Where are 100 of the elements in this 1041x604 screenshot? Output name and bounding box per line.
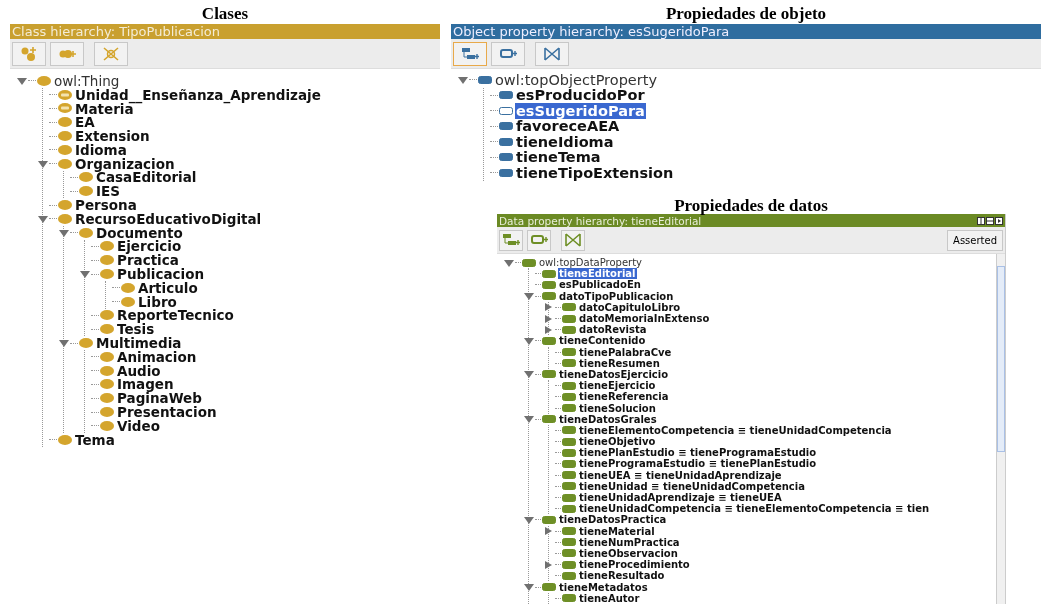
rounded-bar-icon — [542, 292, 556, 301]
tree-item[interactable]: datoTipoPublicacion — [558, 290, 675, 302]
tree-item[interactable]: Ejercicio — [116, 238, 183, 255]
tree-item[interactable]: tieneDatosGrales — [558, 413, 658, 425]
rounded-bar-icon — [542, 336, 556, 345]
tree-item[interactable]: tieneProcedimiento — [578, 559, 691, 571]
ellipse-icon — [100, 379, 114, 390]
window-control-icon[interactable] — [986, 216, 994, 225]
tree-item[interactable]: ReporteTecnico — [116, 307, 235, 324]
toolbar-button[interactable] — [535, 41, 569, 66]
triangle-down-icon[interactable] — [524, 515, 534, 524]
tree-item[interactable]: tieneElementoCompetencia ≡ tieneUnidadCompetencia — [578, 424, 893, 436]
rounded-bar-icon — [562, 448, 576, 457]
window-control-icon[interactable] — [995, 216, 1003, 225]
tree-item[interactable]: tieneNumPractica — [578, 536, 681, 548]
tree-item[interactable]: datoCapituloLibro — [578, 301, 682, 313]
triangle-down-icon[interactable] — [17, 76, 27, 85]
scrollbar-thumb[interactable] — [997, 266, 1005, 452]
rounded-bar-icon — [562, 314, 576, 323]
tree-item[interactable]: esPublicadoEn — [558, 279, 642, 291]
node-plus-icon — [20, 45, 38, 62]
rounded-bar-icon — [499, 168, 513, 177]
tree-item[interactable]: tieneObjetivo — [578, 436, 657, 448]
triangle-down-icon[interactable] — [59, 339, 69, 348]
tree-item[interactable]: owl:Thing — [53, 72, 121, 89]
tree-item[interactable]: esProducidoPor — [515, 87, 646, 104]
tree-item[interactable]: tieneUEA ≡ tieneUnidadAprendizaje — [578, 469, 783, 481]
tree-item[interactable]: tieneTipoExtension — [515, 164, 675, 181]
tree-item[interactable]: tienePalabraCve — [578, 346, 673, 358]
triangle-down-icon[interactable] — [504, 258, 514, 267]
section-heading: Clases — [200, 3, 250, 24]
rounded-bar-icon — [562, 348, 576, 357]
tree-item[interactable]: tieneTema — [515, 149, 602, 166]
tree-item[interactable]: IES — [95, 183, 121, 200]
tree-item[interactable]: tienePlanEstudio ≡ tieneProgramaEstudio — [578, 447, 818, 459]
tree-item[interactable]: Libro — [137, 293, 178, 310]
tree-item[interactable]: Audio — [116, 362, 162, 379]
tree-item[interactable]: tieneUnidadCompetencia ≡ tieneElementoCompetencia ≡ tien — [578, 503, 931, 515]
toolbar-button[interactable] — [561, 229, 585, 251]
triangle-down-icon[interactable] — [524, 292, 534, 301]
triangle-down-icon[interactable] — [524, 370, 534, 379]
tree-item[interactable]: Tema — [74, 431, 116, 448]
ellipse-icon — [100, 420, 114, 431]
ellipse-icon — [58, 117, 72, 128]
tree-item[interactable]: tieneDatosEjercicio — [558, 368, 670, 380]
tree-item[interactable]: tieneDatosPractica — [558, 514, 668, 526]
triangle-down-icon[interactable] — [458, 75, 468, 84]
toolbar-button[interactable] — [527, 229, 551, 251]
tree-item[interactable]: tieneSolucion — [578, 402, 657, 414]
triangle-down-icon[interactable] — [524, 336, 534, 345]
tree-item[interactable]: tieneObservacion — [578, 547, 679, 559]
triangle-down-icon[interactable] — [38, 214, 48, 223]
tree-item[interactable]: tieneMetadatos — [558, 581, 649, 593]
tree-item[interactable]: tieneUnidadAprendizaje ≡ tieneUEA — [578, 492, 783, 504]
tree-item[interactable]: Imagen — [116, 376, 175, 393]
tree-item[interactable]: EA — [74, 114, 96, 131]
triangle-right-icon[interactable] — [544, 314, 554, 323]
triangle-right-icon[interactable] — [544, 303, 554, 312]
tree-item[interactable]: tieneResumen — [578, 357, 661, 369]
ellipse-icon — [58, 200, 72, 211]
tree-item[interactable]: Organizacion — [74, 155, 176, 172]
tree-item[interactable]: tieneUnidad ≡ tieneUnidadCompetencia — [578, 480, 806, 492]
tree-item[interactable]: tieneMaterial — [578, 525, 656, 537]
tree-item[interactable]: tieneContenido — [558, 335, 647, 347]
ellipse-icon — [79, 172, 93, 183]
triangle-right-icon[interactable] — [544, 560, 554, 569]
ellipse-icon — [58, 213, 72, 224]
triangle-down-icon[interactable] — [80, 270, 90, 279]
tree-item[interactable]: favoreceAEA — [515, 118, 621, 135]
tree-item[interactable]: esSugeridoPara — [515, 102, 646, 119]
rounded-bar-icon — [562, 560, 576, 569]
triangle-down-icon[interactable] — [524, 583, 534, 592]
tree-item[interactable]: Video — [116, 417, 161, 434]
triangle-down-icon[interactable] — [524, 415, 534, 424]
tree-item[interactable]: tieneReferencia — [578, 391, 670, 403]
tree-item[interactable]: tieneIdioma — [515, 133, 615, 150]
triangle-right-icon[interactable] — [544, 325, 554, 334]
triangle-down-icon[interactable] — [38, 159, 48, 168]
ellipse-icon — [58, 131, 72, 142]
rounded-bar-icon — [562, 359, 576, 368]
triangle-down-icon[interactable] — [59, 228, 69, 237]
tree-item[interactable]: Documento — [95, 224, 184, 241]
tree-item[interactable]: tieneAutor — [578, 592, 641, 604]
ellipse-icon — [100, 393, 114, 404]
tree-item[interactable]: tieneProgramaEstudio ≡ tienePlanEstudio — [578, 458, 818, 470]
tree-item[interactable]: tieneEjercicio — [578, 380, 657, 392]
triangle-right-icon[interactable] — [544, 527, 554, 536]
panel-title: Class hierarchy: TipoPublicacion — [12, 24, 221, 39]
tree-item[interactable]: owl:topDataProperty — [538, 257, 644, 269]
tree-item[interactable]: datoRevista — [578, 324, 648, 336]
window-control-icon[interactable] — [977, 216, 985, 225]
scrollbar[interactable] — [996, 254, 1005, 604]
tree-item[interactable]: tieneEditorial — [558, 268, 637, 280]
view-button[interactable]: Asserted — [947, 229, 1003, 251]
tree-item[interactable]: owl:topObjectProperty — [494, 71, 658, 88]
toolbar-button[interactable] — [499, 229, 523, 251]
toolbar-button[interactable] — [453, 41, 487, 66]
tree-item[interactable]: tieneResultado — [578, 570, 666, 582]
tree-item[interactable]: datoMemoriaInExtenso — [578, 313, 711, 325]
toolbar-button[interactable] — [491, 41, 525, 66]
